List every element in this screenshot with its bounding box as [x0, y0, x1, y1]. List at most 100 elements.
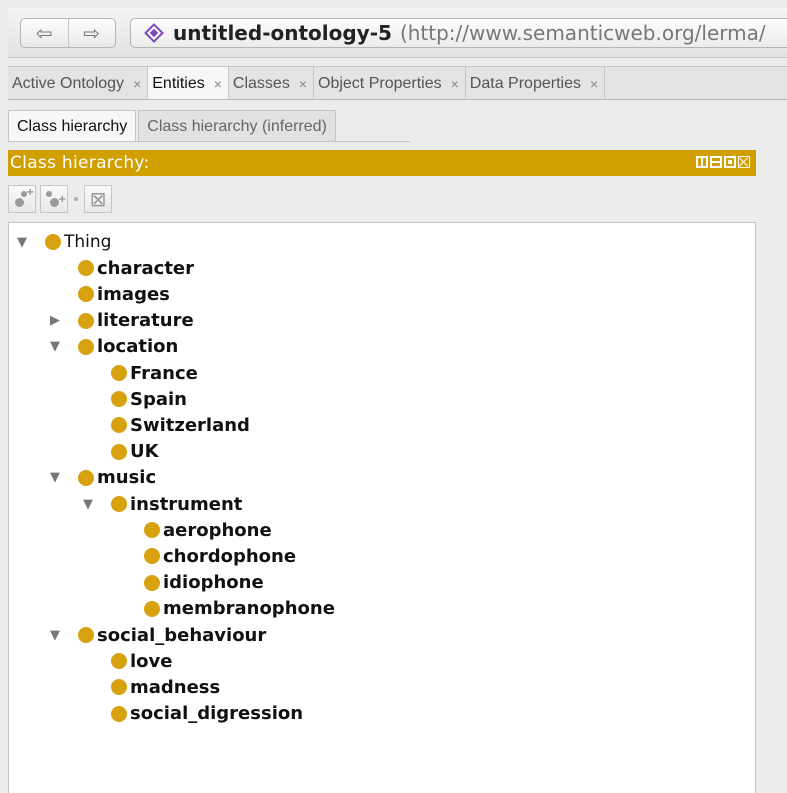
tab-label: Object Properties — [318, 74, 442, 92]
class-label: music — [97, 467, 157, 489]
class-bullet-icon — [111, 496, 127, 512]
class-toolbar: + + ⊠ — [8, 184, 112, 214]
collapsed-triangle-icon[interactable]: ▶ — [48, 313, 62, 328]
class-bullet-icon — [111, 705, 127, 722]
tree-node[interactable]: Spain — [111, 386, 187, 412]
tab-class-hierarchy[interactable]: Class hierarchy — [8, 110, 137, 142]
class-bullet-icon — [78, 286, 94, 303]
class-bullet-icon — [111, 443, 127, 460]
back-arrow-icon[interactable]: ⇦ — [21, 19, 68, 47]
tree-node[interactable]: ▼ social_behaviour — [50, 622, 266, 648]
tab-data-properties[interactable]: Data Properties × — [466, 67, 606, 99]
class-bullet-icon — [144, 600, 160, 617]
tree-node[interactable]: aerophone — [144, 517, 272, 543]
class-label: France — [130, 362, 198, 384]
tree-node[interactable]: France — [111, 360, 198, 386]
class-bullet-icon — [111, 679, 127, 696]
top-toolbar: ⇦ ⇨ untitled-ontology-5 (http://www.sema… — [8, 8, 787, 58]
tab-label: Active Ontology — [12, 74, 125, 92]
add-subclass-button[interactable]: + — [8, 185, 36, 213]
tab-label: Entities — [152, 74, 205, 92]
class-bullet-icon — [78, 338, 94, 355]
expand-triangle-icon[interactable]: ▼ — [48, 628, 62, 643]
delete-class-icon: ⊠ — [89, 187, 107, 211]
class-bullet-icon — [45, 234, 61, 250]
class-label: madness — [130, 676, 221, 698]
subtab-divider — [8, 141, 410, 142]
tab-label: Classes — [232, 74, 290, 92]
expand-triangle-icon[interactable]: ▼ — [81, 497, 95, 512]
tree-node[interactable]: madness — [111, 674, 220, 700]
maximize-icon[interactable] — [724, 156, 736, 168]
class-hierarchy-tree[interactable]: ▼ Thing character images ▶ literature ▼ locatio… — [8, 222, 756, 793]
class-label: location — [97, 336, 179, 358]
class-label: character — [97, 257, 195, 279]
class-label: aerophone — [163, 519, 272, 541]
view-header: Class hierarchy: — [8, 150, 756, 176]
expand-triangle-icon[interactable]: ▼ — [48, 470, 62, 485]
tab-label: Data Properties — [469, 74, 581, 92]
delete-class-button[interactable]: ⊠ — [84, 185, 112, 213]
tab-entities[interactable]: Entities × — [148, 67, 229, 99]
tree-node[interactable]: social_digression — [111, 701, 303, 727]
view-title: Class hierarchy: — [10, 153, 150, 173]
ontology-address-field[interactable]: untitled-ontology-5 (http://www.semantic… — [130, 18, 787, 48]
tree-node[interactable]: ▼ Thing — [17, 229, 112, 255]
toolbar-separator — [74, 197, 78, 201]
tree-node[interactable]: idiophone — [144, 570, 264, 596]
tree-node[interactable]: ▼ instrument — [83, 491, 243, 517]
class-bullet-icon — [78, 312, 94, 329]
add-sibling-button[interactable]: + — [40, 185, 68, 213]
tree-node[interactable]: ▶ literature — [50, 308, 194, 334]
close-icon[interactable]: × — [133, 76, 141, 92]
class-bullet-icon — [144, 574, 160, 591]
split-vertical-icon[interactable] — [696, 156, 708, 168]
class-label: Spain — [130, 388, 187, 410]
tree-node[interactable]: ▼ music — [50, 465, 157, 491]
expand-triangle-icon[interactable]: ▼ — [15, 235, 29, 250]
tree-node[interactable]: UK — [111, 439, 159, 465]
tree-node[interactable]: ▼ location — [50, 334, 179, 360]
tab-active-ontology[interactable]: Active Ontology × — [8, 67, 149, 99]
close-icon[interactable]: × — [451, 76, 459, 92]
split-horizontal-icon[interactable] — [710, 156, 722, 168]
class-label: instrument — [130, 493, 243, 515]
close-icon[interactable]: × — [299, 76, 307, 92]
class-bullet-icon — [111, 365, 127, 381]
tree-node[interactable]: character — [78, 255, 194, 281]
class-label: idiophone — [163, 572, 264, 594]
close-icon[interactable]: × — [590, 76, 598, 92]
close-view-icon[interactable] — [738, 156, 750, 168]
tab-classes[interactable]: Classes × — [229, 67, 314, 99]
class-bullet-icon — [111, 653, 127, 670]
class-label: Thing — [64, 232, 112, 252]
forward-arrow-icon[interactable]: ⇨ — [67, 19, 116, 47]
ontology-name: untitled-ontology-5 — [173, 21, 392, 45]
ontology-iri: (http://www.semanticweb.org/lerma/ — [399, 21, 766, 45]
class-label: images — [97, 283, 170, 305]
class-label: social_digression — [130, 703, 304, 725]
navigation-buttons: ⇦ ⇨ — [20, 18, 116, 48]
view-controls — [696, 156, 750, 168]
tree-node[interactable]: membranophone — [144, 596, 335, 622]
tree-node[interactable]: images — [78, 281, 170, 307]
class-bullet-icon — [144, 522, 160, 539]
class-bullet-icon — [111, 417, 127, 434]
class-label: membranophone — [163, 598, 335, 620]
class-label: Switzerland — [130, 414, 250, 436]
tree-node[interactable]: chordophone — [144, 543, 296, 569]
expand-triangle-icon[interactable]: ▼ — [48, 339, 62, 354]
close-icon[interactable]: × — [214, 76, 222, 92]
class-bullet-icon — [111, 391, 127, 408]
tab-object-properties[interactable]: Object Properties × — [314, 67, 466, 99]
tree-node[interactable]: love — [111, 648, 172, 674]
tree-node[interactable]: Switzerland — [111, 412, 250, 438]
class-label: chordophone — [163, 545, 297, 567]
class-bullet-icon — [78, 260, 94, 277]
class-label: UK — [130, 441, 159, 463]
class-label: literature — [97, 310, 194, 332]
main-tab-bar: Active Ontology × Entities × Classes × O… — [8, 66, 787, 100]
tab-class-hierarchy-inferred[interactable]: Class hierarchy (inferred) — [138, 110, 336, 142]
hierarchy-subtabs: Class hierarchy Class hierarchy (inferre… — [8, 110, 338, 142]
class-bullet-icon — [78, 627, 94, 643]
